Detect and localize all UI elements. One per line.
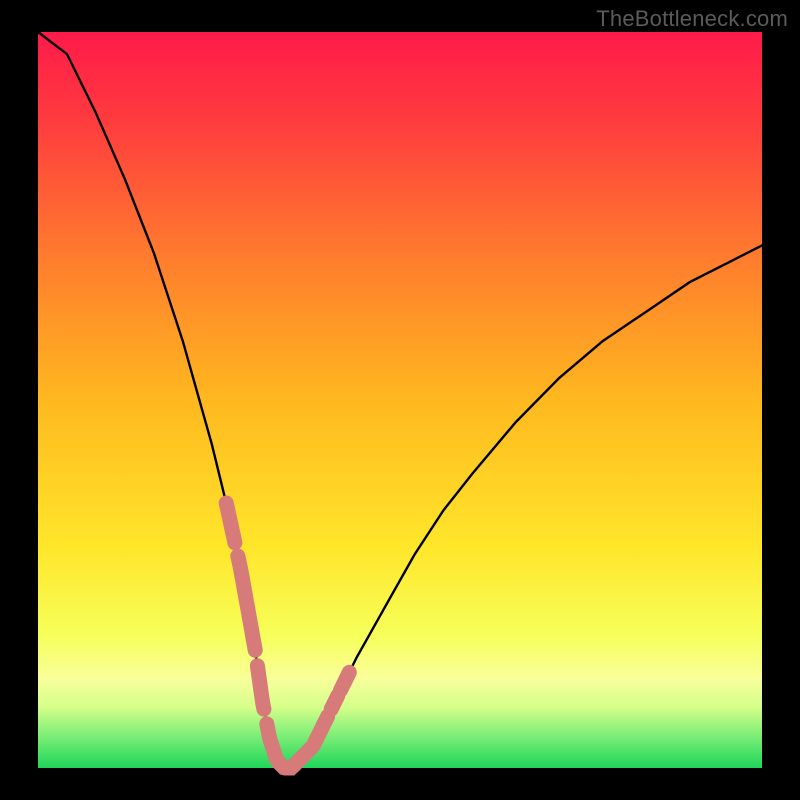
chart-stage: TheBottleneck.com [0,0,800,800]
curve-marker-segment [226,503,235,543]
bottleneck-plot [0,0,800,800]
curve-marker-segment [257,666,264,709]
plot-area [38,32,762,768]
curve-marker-segment [341,672,350,690]
green-band [38,680,762,768]
curve-marker-segment [331,696,338,709]
watermark-text: TheBottleneck.com [596,6,788,32]
